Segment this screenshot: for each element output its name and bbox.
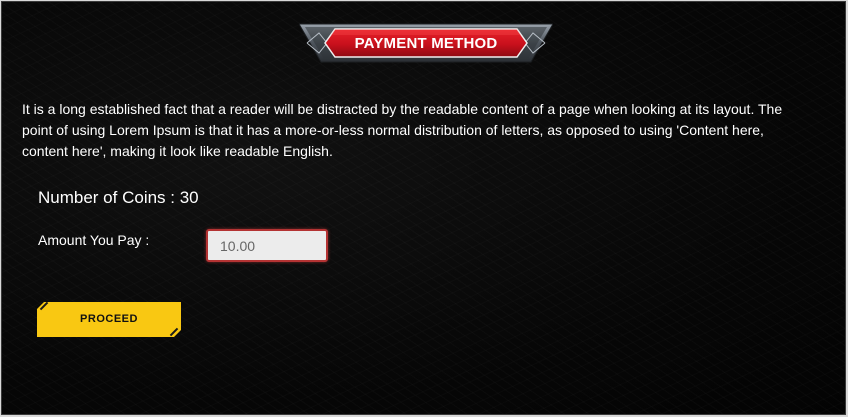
proceed-button[interactable]: PROCEED <box>37 302 181 337</box>
page-title: PAYMENT METHOD <box>354 34 498 52</box>
amount-label: Amount You Pay : <box>38 232 150 248</box>
payment-panel: PAYMENT METHOD It is a long established … <box>1 1 846 415</box>
coins-count-label: Number of Coins : 30 <box>38 188 199 207</box>
proceed-button-label: PROCEED <box>80 313 138 325</box>
payment-method-banner: PAYMENT METHOD <box>299 21 553 65</box>
description-text: It is a long established fact that a rea… <box>22 101 783 159</box>
amount-input[interactable] <box>206 229 328 262</box>
